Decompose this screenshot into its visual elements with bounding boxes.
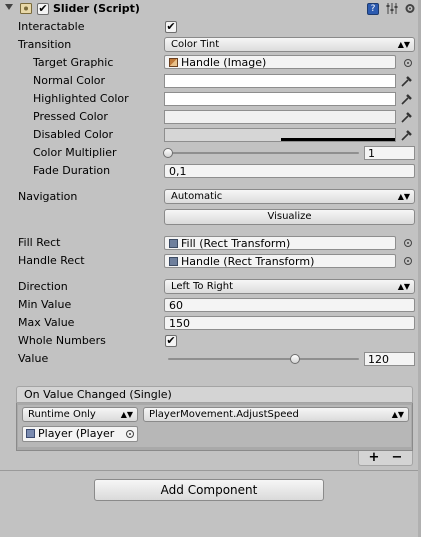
presets-icon[interactable] <box>386 2 398 15</box>
normal-color-swatch[interactable] <box>164 74 396 88</box>
handle-rect-value: Handle (Rect Transform) <box>181 255 315 268</box>
object-picker-icon[interactable] <box>404 239 412 247</box>
transition-value: Color Tint <box>171 39 220 50</box>
dropdown-arrow-icon: ▲▼ <box>391 410 404 419</box>
eyedropper-icon[interactable] <box>400 74 412 88</box>
color-multiplier-knob[interactable] <box>163 148 173 158</box>
max-value-input[interactable]: 150 <box>164 316 415 330</box>
navigation-dropdown[interactable]: Automatic ▲▼ <box>164 189 415 204</box>
transition-label: Transition <box>18 38 72 51</box>
foldout-arrow-icon[interactable] <box>5 4 13 10</box>
object-picker-icon[interactable] <box>126 430 134 438</box>
runtime-mode-value: Runtime Only <box>28 409 96 420</box>
fill-rect-label: Fill Rect <box>18 236 61 249</box>
alpha-bar <box>281 138 395 141</box>
navigation-label: Navigation <box>18 190 78 203</box>
target-graphic-label: Target Graphic <box>33 56 114 69</box>
fade-duration-input[interactable]: 0,1 <box>164 164 415 178</box>
max-value-label: Max Value <box>18 316 75 329</box>
component-title: Slider (Script) <box>53 2 140 15</box>
add-event-button[interactable]: + <box>366 451 382 465</box>
value-input[interactable]: 120 <box>364 352 415 366</box>
color-multiplier-track[interactable] <box>168 152 359 154</box>
disabled-color-label: Disabled Color <box>33 128 114 141</box>
whole-numbers-checkbox[interactable]: ✔ <box>165 335 177 347</box>
component-enabled-checkbox[interactable]: ✔ <box>37 3 49 15</box>
transition-dropdown[interactable]: Color Tint ▲▼ <box>164 37 415 52</box>
fade-duration-label: Fade Duration <box>33 164 111 177</box>
normal-color-label: Normal Color <box>33 74 106 87</box>
eyedropper-icon[interactable] <box>400 128 412 142</box>
handle-rect-field[interactable]: Handle (Rect Transform) <box>164 254 396 268</box>
rect-transform-icon <box>169 257 178 266</box>
pressed-color-label: Pressed Color <box>33 110 108 123</box>
value-slider-track[interactable] <box>168 358 359 360</box>
fill-rect-field[interactable]: Fill (Rect Transform) <box>164 236 396 250</box>
dropdown-arrow-icon: ▲▼ <box>397 282 410 291</box>
image-icon <box>169 58 178 67</box>
function-value: PlayerMovement.AdjustSpeed <box>149 409 299 420</box>
handle-rect-label: Handle Rect <box>18 254 85 267</box>
direction-value: Left To Right <box>171 281 234 292</box>
fill-rect-value: Fill (Rect Transform) <box>181 237 291 250</box>
highlighted-color-swatch[interactable] <box>164 92 396 106</box>
min-value-label: Min Value <box>18 298 72 311</box>
direction-dropdown[interactable]: Left To Right ▲▼ <box>164 279 415 294</box>
target-graphic-value: Handle (Image) <box>181 56 267 69</box>
runtime-mode-dropdown[interactable]: Runtime Only ▲▼ <box>22 407 138 422</box>
value-label: Value <box>18 352 49 365</box>
navigation-value: Automatic <box>171 191 223 202</box>
color-multiplier-input[interactable]: 1 <box>364 146 415 160</box>
whole-numbers-label: Whole Numbers <box>18 334 106 347</box>
remove-event-button[interactable]: − <box>389 451 405 465</box>
dropdown-arrow-icon: ▲▼ <box>397 192 410 201</box>
help-icon[interactable]: ? <box>367 3 379 15</box>
target-graphic-field[interactable]: Handle (Image) <box>164 55 396 69</box>
event-header: On Value Changed (Single) <box>16 386 413 403</box>
settings-gear-icon[interactable] <box>404 2 416 15</box>
event-title: On Value Changed (Single) <box>24 388 172 401</box>
add-component-button[interactable]: Add Component <box>94 479 324 501</box>
min-value-input[interactable]: 60 <box>164 298 415 312</box>
object-picker-icon[interactable] <box>404 59 412 67</box>
eyedropper-icon[interactable] <box>400 92 412 106</box>
divider <box>0 470 421 471</box>
eyedropper-icon[interactable] <box>400 110 412 124</box>
interactable-checkbox[interactable]: ✔ <box>165 21 177 33</box>
gameobject-icon <box>26 429 35 438</box>
script-icon <box>20 3 32 14</box>
event-target-value: Player (Player <box>38 427 115 440</box>
interactable-label: Interactable <box>18 20 85 33</box>
object-picker-icon[interactable] <box>404 257 412 265</box>
dropdown-arrow-icon: ▲▼ <box>120 410 133 419</box>
rect-transform-icon <box>169 239 178 248</box>
disabled-color-swatch[interactable] <box>164 128 396 142</box>
function-dropdown[interactable]: PlayerMovement.AdjustSpeed ▲▼ <box>143 407 409 422</box>
value-slider-knob[interactable] <box>290 354 301 364</box>
color-multiplier-label: Color Multiplier <box>33 146 117 159</box>
direction-label: Direction <box>18 280 68 293</box>
event-target-field[interactable]: Player (Player <box>22 426 138 442</box>
dropdown-arrow-icon: ▲▼ <box>397 40 410 49</box>
pressed-color-swatch[interactable] <box>164 110 396 124</box>
visualize-button[interactable]: Visualize <box>164 209 415 225</box>
highlighted-color-label: Highlighted Color <box>33 92 129 105</box>
